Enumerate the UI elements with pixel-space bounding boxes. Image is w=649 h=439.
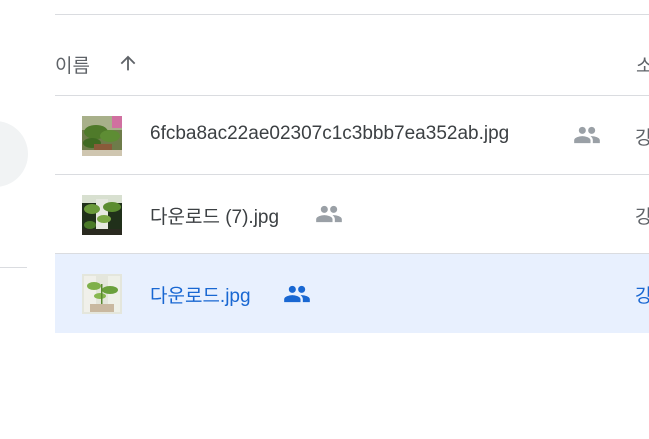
file-row[interactable]: 6fcba8ac22ae02307c1c3bbb7ea352ab.jpg 강 xyxy=(55,96,649,175)
file-thumbnail xyxy=(82,116,122,156)
list-header: 이름 소 xyxy=(55,15,649,96)
file-name[interactable]: 다운로드 (7).jpg xyxy=(150,202,279,229)
file-name[interactable]: 6fcba8ac22ae02307c1c3bbb7ea352ab.jpg xyxy=(150,123,509,145)
people-icon xyxy=(573,121,601,149)
arrow-up-icon[interactable] xyxy=(117,52,139,74)
owner-cell: 강 xyxy=(635,128,649,149)
name-column-header[interactable]: 이름 xyxy=(55,51,90,78)
drive-file-browser: 이름 소 6fcba8ac22ae02307c1c3bbb7ea352ab.jp… xyxy=(0,0,649,439)
file-thumbnail xyxy=(82,195,122,235)
file-row[interactable]: 다운로드 (7).jpg 강 xyxy=(55,175,649,254)
file-row-selected[interactable]: 다운로드.jpg 강 xyxy=(55,254,649,333)
file-name[interactable]: 다운로드.jpg xyxy=(150,281,251,308)
people-icon xyxy=(315,200,343,228)
owner-cell: 강 xyxy=(635,286,649,307)
file-thumbnail xyxy=(82,274,122,314)
people-icon xyxy=(283,280,311,308)
owner-column-header[interactable]: 소 xyxy=(636,51,649,78)
sidebar-divider xyxy=(0,267,27,268)
owner-cell: 강 xyxy=(635,207,649,228)
sidebar-item-highlight[interactable] xyxy=(0,121,28,187)
